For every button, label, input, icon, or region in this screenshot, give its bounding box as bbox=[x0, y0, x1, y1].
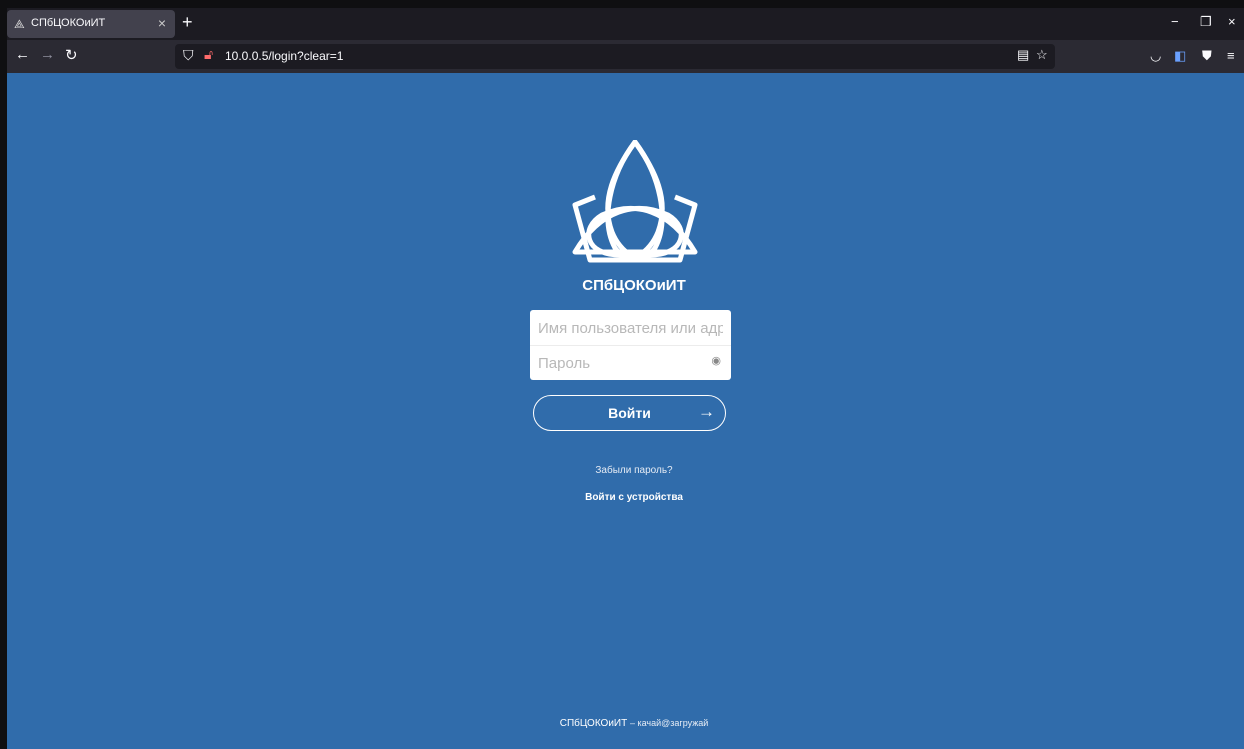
insecure-lock-icon[interactable]: 🔓︎ bbox=[204, 46, 213, 63]
reload-icon[interactable]: ↻ bbox=[65, 46, 78, 64]
back-icon[interactable]: ← bbox=[15, 46, 30, 63]
tab-close-icon[interactable]: × bbox=[158, 15, 166, 31]
nav-bar: ← → ↻ ⛉ 🔓︎ 10.0.0.5/login?clear=1 ▤ ☆ ◡ … bbox=[7, 40, 1244, 73]
arrow-right-icon: → bbox=[698, 402, 715, 421]
device-login-link[interactable]: Войти с устройства bbox=[534, 492, 734, 503]
restore-icon[interactable]: ❐ bbox=[1200, 14, 1212, 30]
username-input[interactable] bbox=[530, 312, 731, 346]
login-form: ◉ bbox=[530, 310, 731, 380]
forward-icon[interactable]: → bbox=[40, 46, 55, 63]
login-button[interactable]: Войти → bbox=[533, 395, 726, 431]
footer: СПбЦОКОиИТ – качай@загружай bbox=[484, 718, 784, 729]
address-bar[interactable]: ⛉ 🔓︎ 10.0.0.5/login?clear=1 ▤ ☆ bbox=[175, 44, 1055, 69]
triquetra-favicon-icon: ⟁ bbox=[14, 17, 25, 31]
browser-window: ⟁ СПбЦОКОиИТ × + − ❐ × ← → ↻ ⛉ 🔓︎ 10.0.0… bbox=[7, 8, 1244, 749]
triquetra-logo-icon bbox=[572, 140, 698, 263]
translate-extension-icon[interactable]: ◧ bbox=[1174, 48, 1186, 64]
minimize-icon[interactable]: − bbox=[1171, 14, 1179, 29]
login-page: СПбЦОКОиИТ ◉ Войти → Забыли пароль? Войт… bbox=[7, 73, 1244, 749]
brand-name: СПбЦОКОиИТ bbox=[582, 277, 686, 294]
login-button-label: Войти bbox=[608, 405, 651, 421]
forgot-password-link[interactable]: Забыли пароль? bbox=[534, 465, 734, 476]
menu-icon[interactable]: ≡ bbox=[1227, 48, 1235, 63]
tab-active[interactable]: ⟁ СПбЦОКОиИТ × bbox=[7, 10, 175, 38]
shield-extension-icon[interactable]: ⛊ bbox=[1202, 48, 1212, 64]
show-password-eye-icon[interactable]: ◉ bbox=[711, 354, 721, 367]
reader-view-icon[interactable]: ▤ bbox=[1017, 47, 1029, 63]
tracking-shield-icon[interactable]: ⛉ bbox=[183, 47, 194, 64]
password-input[interactable] bbox=[530, 346, 731, 380]
new-tab-button[interactable]: + bbox=[182, 12, 193, 33]
tab-bar: ⟁ СПбЦОКОиИТ × + − ❐ × bbox=[7, 8, 1244, 40]
close-window-icon[interactable]: × bbox=[1228, 14, 1236, 29]
bookmark-star-icon[interactable]: ☆ bbox=[1036, 47, 1048, 63]
pocket-icon[interactable]: ◡ bbox=[1150, 48, 1161, 64]
footer-tagline: – качай@загружай bbox=[629, 718, 709, 728]
tab-title: СПбЦОКОиИТ bbox=[31, 17, 106, 29]
footer-brand: СПбЦОКОиИТ bbox=[559, 718, 628, 729]
url-text[interactable]: 10.0.0.5/login?clear=1 bbox=[225, 49, 343, 63]
